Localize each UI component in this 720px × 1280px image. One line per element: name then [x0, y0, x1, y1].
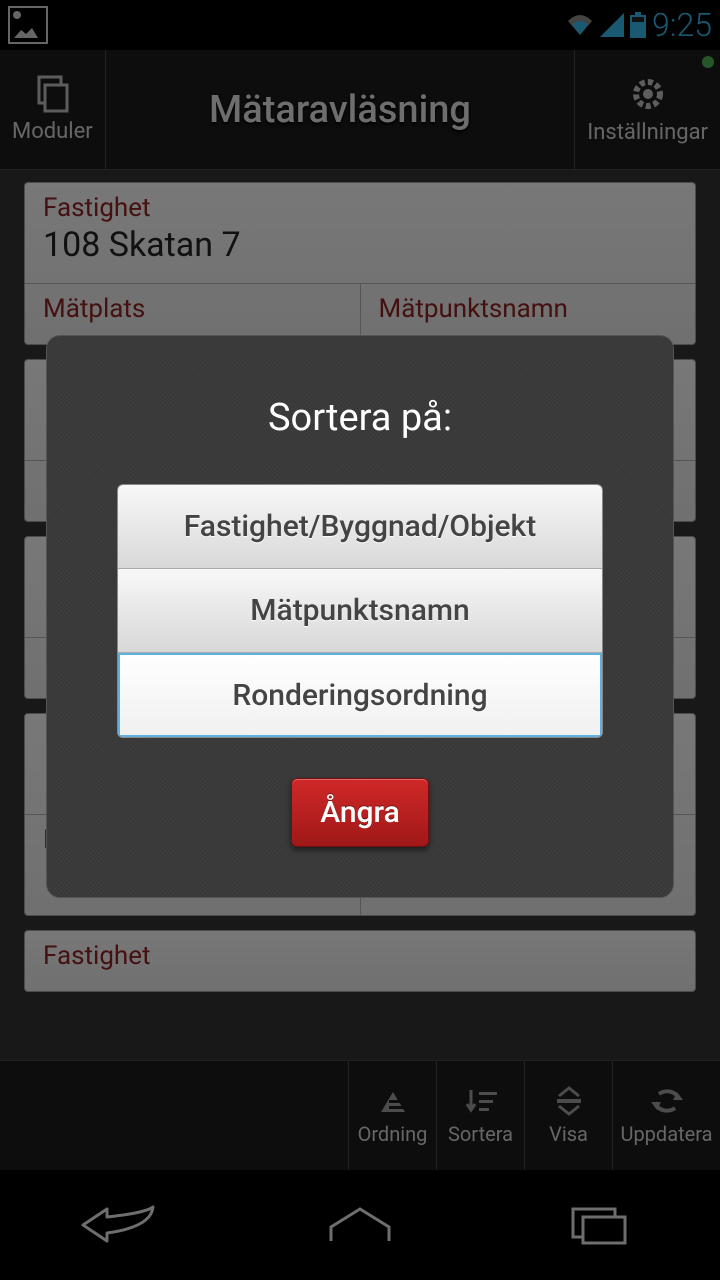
- sort-option-ronderingsordning[interactable]: Ronderingsordning: [118, 653, 602, 737]
- sort-option-matpunktsnamn[interactable]: Mätpunktsnamn: [118, 569, 602, 653]
- sort-dialog: Sortera på: Fastighet/Byggnad/Objekt Mät…: [46, 335, 674, 898]
- sort-option-fastighet[interactable]: Fastighet/Byggnad/Objekt: [118, 485, 602, 569]
- sort-option-list: Fastighet/Byggnad/Objekt Mätpunktsnamn R…: [117, 484, 603, 738]
- cancel-button[interactable]: Ångra: [291, 778, 429, 847]
- dialog-title: Sortera på:: [117, 396, 603, 440]
